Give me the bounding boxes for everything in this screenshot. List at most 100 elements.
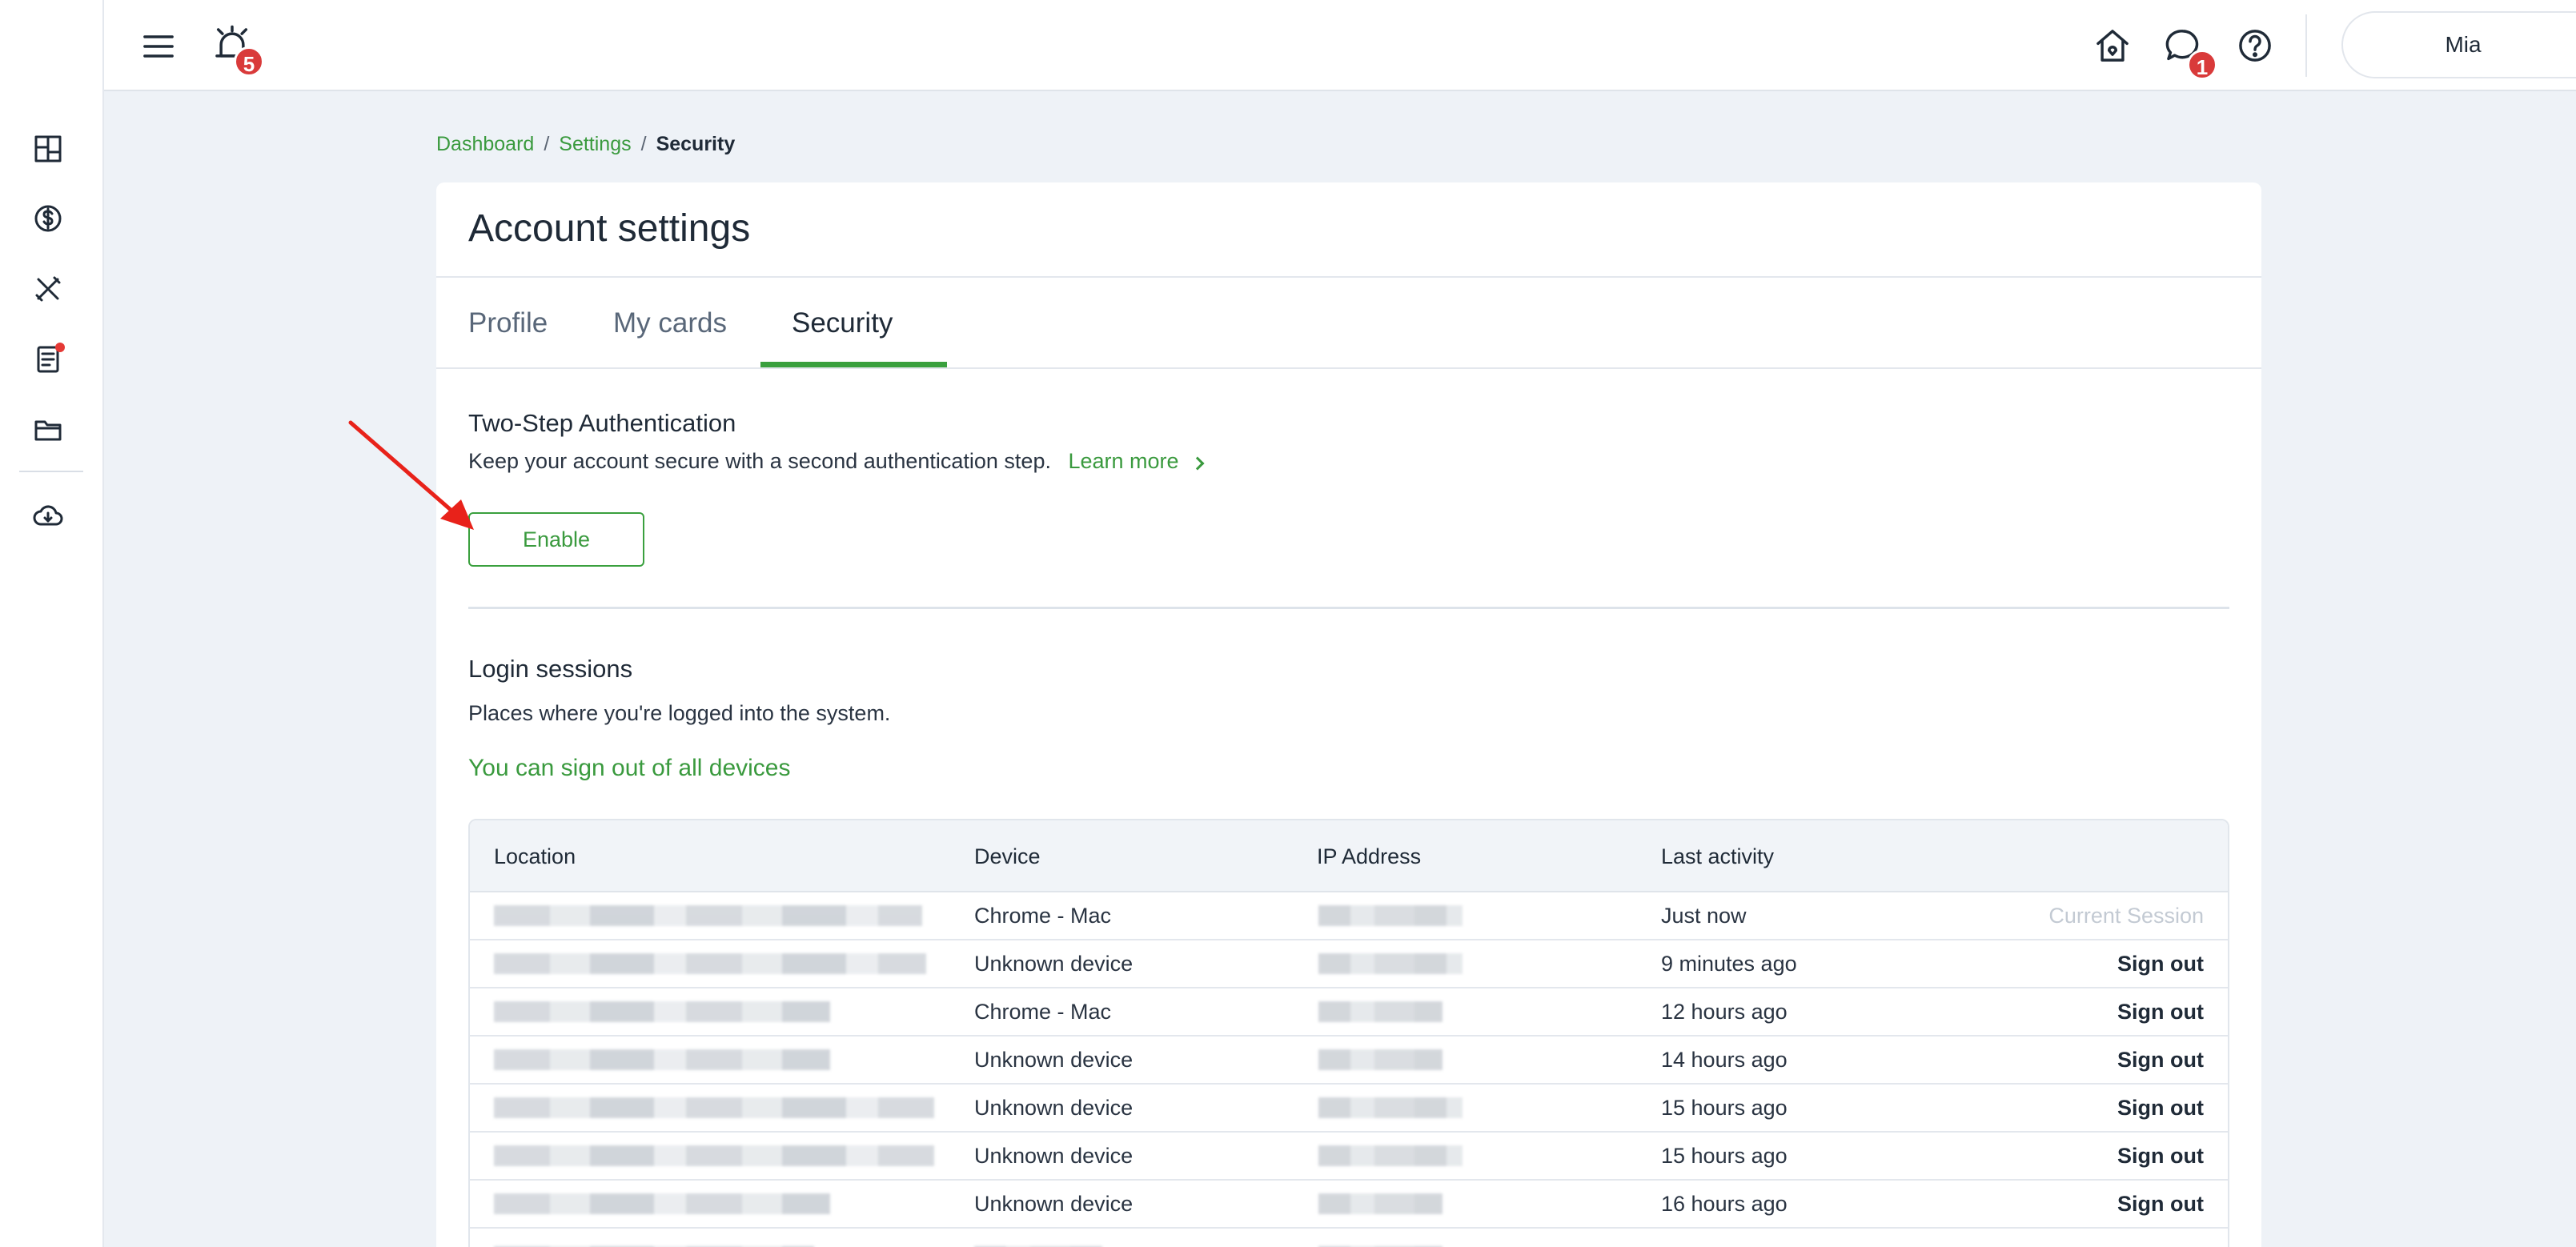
device-cell: Unknown device xyxy=(974,1144,1134,1168)
folder-icon xyxy=(34,420,62,441)
menu-icon xyxy=(143,35,174,58)
sign-out-button[interactable]: Sign out xyxy=(2117,988,2204,1035)
section-divider xyxy=(468,607,2229,609)
notification-dot xyxy=(55,343,65,352)
alerts-button[interactable]: 5 xyxy=(208,21,264,77)
two-step-text: Keep your account secure with a second a… xyxy=(468,449,1051,473)
page-title: Account settings xyxy=(468,207,751,250)
sign-out-button[interactable]: Sign out xyxy=(2117,1181,2204,1227)
table-row: Chrome - Mac 12 hours ago Sign out xyxy=(470,988,2228,1036)
sidebar-item-download[interactable] xyxy=(30,498,66,535)
redacted-ip xyxy=(1318,1097,1463,1118)
table-row: Unknown device 16 hours ago Sign out xyxy=(470,1181,2228,1229)
tools-icon xyxy=(35,276,61,302)
tab-my-cards[interactable]: My cards xyxy=(613,278,727,369)
sidebar-item-files[interactable] xyxy=(30,411,66,448)
user-menu[interactable]: Mia xyxy=(2341,11,2576,78)
help-button[interactable] xyxy=(2232,22,2278,69)
breadcrumb-current: Security xyxy=(656,133,736,155)
activity-cell: 9 minutes ago xyxy=(1661,952,1797,976)
redacted-location xyxy=(494,1097,934,1118)
redacted-ip xyxy=(1318,1193,1442,1214)
sign-out-button[interactable]: Sign out xyxy=(2117,1036,2204,1083)
cloud-download-icon xyxy=(33,505,63,526)
redacted-ip xyxy=(1318,953,1463,974)
breadcrumb: Dashboard / Settings / Security xyxy=(436,133,735,156)
sign-out-all-devices-link[interactable]: You can sign out of all devices xyxy=(468,755,791,782)
top-bar: 5 1 Mia xyxy=(104,0,2576,91)
redacted-location xyxy=(494,953,926,974)
redacted-location xyxy=(494,1001,830,1022)
redacted-ip xyxy=(1318,905,1463,926)
activity-cell: 14 hours ago xyxy=(1661,1048,1788,1072)
breadcrumb-separator: / xyxy=(640,133,647,155)
account-settings-card: Account settings Profile My cards Securi… xyxy=(436,182,2261,1247)
sidebar xyxy=(0,0,104,1247)
tab-profile[interactable]: Profile xyxy=(468,278,548,369)
sign-out-button[interactable]: Sign out xyxy=(2117,940,2204,987)
table-row: Chrome - Mac Just now Current Session xyxy=(470,892,2228,940)
active-tab-indicator xyxy=(760,362,947,367)
redacted-location xyxy=(494,1049,830,1070)
activity-cell: Just now xyxy=(1661,904,1747,928)
login-sessions-description: Places where you're logged into the syst… xyxy=(468,701,891,725)
device-cell: Unknown device xyxy=(974,1192,1134,1216)
table-row xyxy=(470,1229,2228,1247)
enable-two-step-button[interactable]: Enable xyxy=(468,512,644,567)
login-sessions-title: Login sessions xyxy=(468,655,633,683)
sidebar-item-dashboard[interactable] xyxy=(30,130,66,167)
sessions-table: Location Device IP Address Last activity… xyxy=(468,819,2229,1247)
home-icon xyxy=(2097,30,2129,62)
device-cell: Chrome - Mac xyxy=(974,904,1112,928)
column-ip-address: IP Address xyxy=(1317,844,1422,868)
two-step-description: Keep your account secure with a second a… xyxy=(468,449,1205,474)
learn-more-link[interactable]: Learn more xyxy=(1068,449,1205,473)
redacted-location xyxy=(494,1193,830,1214)
device-cell: Unknown device xyxy=(974,952,1134,976)
chevron-right-icon xyxy=(1190,456,1205,471)
annotation-arrow-icon xyxy=(348,420,474,530)
tabs-divider xyxy=(436,367,2261,369)
dashboard-grid-icon xyxy=(34,135,62,162)
redacted-ip xyxy=(1318,1049,1442,1070)
redacted-location xyxy=(494,905,922,926)
table-row: Unknown device 14 hours ago Sign out xyxy=(470,1036,2228,1085)
alerts-badge: 5 xyxy=(234,46,264,77)
breadcrumb-dashboard[interactable]: Dashboard xyxy=(436,133,534,156)
table-header: Location Device IP Address Last activity xyxy=(470,820,2228,892)
home-button[interactable] xyxy=(2089,22,2136,69)
help-icon xyxy=(2239,30,2271,62)
sidebar-divider xyxy=(19,471,83,472)
current-session-label: Current Session xyxy=(2048,904,2204,928)
redacted-location xyxy=(494,1145,934,1166)
sign-out-button[interactable]: Sign out xyxy=(2117,1133,2204,1179)
messages-button[interactable]: 1 xyxy=(2160,22,2217,80)
user-name: Mia xyxy=(2445,32,2482,57)
device-cell: Unknown device xyxy=(974,1048,1134,1072)
topbar-divider xyxy=(2305,14,2307,77)
table-row: Unknown device 15 hours ago Sign out xyxy=(470,1085,2228,1133)
redacted-ip xyxy=(1318,1145,1463,1166)
breadcrumb-separator: / xyxy=(544,133,550,155)
activity-cell: 15 hours ago xyxy=(1661,1144,1788,1168)
sidebar-item-tools[interactable] xyxy=(30,271,66,307)
sidebar-header xyxy=(0,0,102,91)
column-device: Device xyxy=(974,844,1041,868)
table-row: Unknown device 9 minutes ago Sign out xyxy=(470,940,2228,988)
column-location: Location xyxy=(494,844,576,868)
sign-out-button[interactable]: Sign out xyxy=(2117,1085,2204,1131)
activity-cell: 12 hours ago xyxy=(1661,1000,1788,1024)
dollar-circle-icon xyxy=(34,205,62,232)
device-cell: Chrome - Mac xyxy=(974,1000,1112,1024)
activity-cell: 15 hours ago xyxy=(1661,1096,1788,1120)
messages-badge: 1 xyxy=(2187,50,2217,80)
learn-more-label: Learn more xyxy=(1068,449,1179,473)
tab-security[interactable]: Security xyxy=(792,278,893,369)
sidebar-item-documents[interactable] xyxy=(30,341,66,378)
menu-button[interactable] xyxy=(136,24,181,69)
redacted-ip xyxy=(1318,1001,1442,1022)
breadcrumb-settings[interactable]: Settings xyxy=(559,133,631,156)
table-row: Unknown device 15 hours ago Sign out xyxy=(470,1133,2228,1181)
column-last-activity: Last activity xyxy=(1661,844,1775,868)
sidebar-item-payments[interactable] xyxy=(30,200,66,237)
